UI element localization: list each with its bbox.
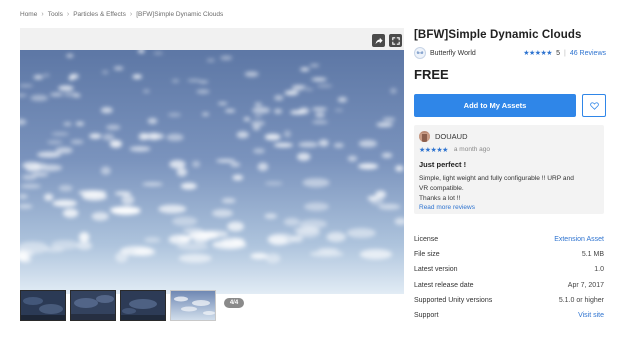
reviewer-avatar: [419, 130, 430, 142]
read-more-reviews-link[interactable]: Read more reviews: [419, 204, 598, 211]
breadcrumb-category[interactable]: Particles & Effects: [73, 11, 126, 18]
fullscreen-button[interactable]: [389, 34, 402, 47]
detail-row-version: Latest version 1.0: [414, 262, 604, 277]
chevron-right-icon: ›: [41, 10, 44, 18]
detail-row-release-date: Latest release date Apr 7, 2017: [414, 278, 604, 293]
breadcrumb-tools[interactable]: Tools: [48, 11, 63, 18]
thumbnail-1[interactable]: [20, 290, 66, 321]
thumbnail-strip: [20, 290, 216, 321]
publisher-link[interactable]: Butterfly World: [430, 50, 476, 57]
reviews-link[interactable]: 46 Reviews: [570, 50, 606, 57]
publisher-logo-icon: [414, 47, 426, 59]
detail-value: 5.1 MB: [581, 251, 604, 259]
reviewer-name: DOUAUD: [435, 131, 468, 141]
license-link[interactable]: Extension Asset: [554, 236, 604, 243]
detail-value: 5.1.0 or higher: [558, 296, 604, 304]
fullscreen-icon: [391, 36, 400, 45]
support-link[interactable]: Visit site: [578, 312, 604, 319]
review-body-line: VR compatible.: [419, 185, 464, 192]
rating-stars: ★★★★★: [523, 50, 553, 57]
detail-label: Supported Unity versions: [414, 296, 493, 304]
thumbnail-image: [121, 291, 165, 320]
cta-row: Add to My Assets: [414, 94, 606, 117]
review-date: a month ago: [453, 146, 491, 153]
detail-label: Latest release date: [414, 281, 474, 289]
detail-label: File size: [414, 251, 440, 259]
review-body-line: Thanks a lot !!: [419, 195, 461, 202]
detail-label: Latest version: [414, 266, 458, 274]
thumbnail-image: [71, 291, 115, 320]
share-button[interactable]: [372, 34, 385, 47]
detail-row-unity-versions: Supported Unity versions 5.1.0 or higher: [414, 293, 604, 308]
chevron-right-icon: ›: [129, 10, 133, 18]
thumbnail-3[interactable]: [120, 290, 166, 321]
breadcrumb-current: [BFW]Simple Dynamic Clouds: [136, 10, 224, 18]
details-table: License Extension Asset File size 5.1 MB…: [414, 232, 604, 323]
divider: |: [563, 49, 566, 57]
review-body-line: Simple, light weight and fully configura…: [419, 175, 574, 182]
review-stars: ★★★★★: [419, 146, 448, 154]
thumbnail-image: [171, 291, 215, 320]
main-preview-image[interactable]: [20, 50, 404, 294]
price: FREE: [414, 67, 449, 82]
detail-value: Apr 7, 2017: [567, 281, 604, 289]
review-title: Just perfect !: [419, 160, 467, 169]
thumbnail-2[interactable]: [70, 290, 116, 321]
detail-row-support: Support Visit site: [414, 308, 604, 323]
share-icon: [375, 37, 383, 44]
detail-value: 1.0: [594, 266, 604, 274]
rating-value: 5: [556, 49, 560, 57]
thumbnail-image: [21, 291, 65, 320]
review-body: Simple, light weight and fully configura…: [419, 174, 598, 204]
chevron-right-icon: ›: [66, 10, 70, 18]
image-counter: 4/4: [224, 298, 244, 308]
detail-label: License: [414, 236, 439, 244]
product-title: [BFW]Simple Dynamic Clouds: [414, 29, 582, 41]
media-viewer: 4/4: [20, 28, 404, 308]
review-card: DOUAUD ★★★★★ a month ago Just perfect ! …: [414, 125, 604, 214]
breadcrumb: Home › Tools › Particles & Effects › [BF…: [20, 9, 223, 19]
detail-row-file-size: File size 5.1 MB: [414, 247, 604, 262]
publisher-row: Butterfly World ★★★★★ 5 | 46 Reviews: [414, 46, 606, 60]
heart-outline-icon: [589, 101, 599, 110]
thumbnail-4[interactable]: [170, 290, 216, 321]
product-info-panel: [BFW]Simple Dynamic Clouds Butterfly Wor…: [414, 28, 606, 214]
detail-label: Support: [414, 312, 439, 320]
detail-row-license: License Extension Asset: [414, 232, 604, 247]
breadcrumb-home[interactable]: Home: [20, 11, 37, 18]
add-to-my-assets-button[interactable]: Add to My Assets: [414, 94, 576, 117]
favorite-button[interactable]: [582, 94, 606, 117]
